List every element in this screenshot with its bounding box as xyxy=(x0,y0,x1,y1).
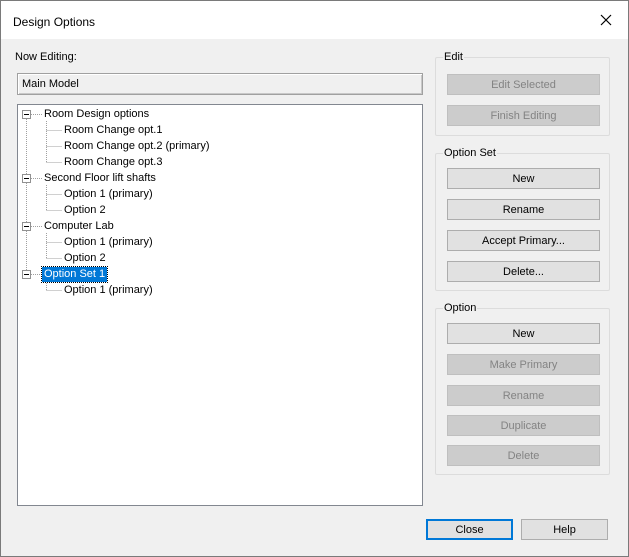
tree-item-option[interactable]: Room Change opt.2 (primary) xyxy=(62,139,212,154)
tree-item-option-set[interactable]: Computer Lab xyxy=(42,219,116,234)
tree-item-option[interactable]: Option 1 (primary) xyxy=(62,283,155,298)
option-group-label: Option xyxy=(443,302,478,314)
close-button[interactable]: Close xyxy=(426,519,513,540)
tree-item-option[interactable]: Room Change opt.3 xyxy=(62,155,164,170)
tree-item-option-set[interactable]: Room Design options xyxy=(42,107,151,122)
duplicate-button[interactable]: Duplicate xyxy=(447,415,600,436)
tree-item-option-set[interactable]: Second Floor lift shafts xyxy=(42,171,158,186)
tree-item-option[interactable]: Option 2 xyxy=(62,251,108,266)
option-set-delete-button[interactable]: Delete... xyxy=(447,261,600,282)
collapse-toggle-icon[interactable] xyxy=(22,270,31,279)
option-set-rename-button[interactable]: Rename xyxy=(447,199,600,220)
make-primary-button[interactable]: Make Primary xyxy=(447,354,600,375)
option-rename-button[interactable]: Rename xyxy=(447,385,600,406)
tree-item-option[interactable]: Room Change opt.1 xyxy=(62,123,164,138)
edit-selected-button[interactable]: Edit Selected xyxy=(447,74,600,95)
option-new-button[interactable]: New xyxy=(447,323,600,344)
help-button[interactable]: Help xyxy=(521,519,608,540)
collapse-toggle-icon[interactable] xyxy=(22,110,31,119)
design-options-dialog: Design Options Now Editing: Main Model R… xyxy=(0,0,629,557)
finish-editing-button[interactable]: Finish Editing xyxy=(447,105,600,126)
now-editing-label: Now Editing: xyxy=(15,51,77,63)
option-delete-button[interactable]: Delete xyxy=(447,445,600,466)
edit-group-label: Edit xyxy=(443,51,464,63)
now-editing-field: Main Model xyxy=(17,73,423,95)
tree-item-option-set-selected[interactable]: Option Set 1 xyxy=(40,266,109,283)
dialog-title: Design Options xyxy=(13,15,96,29)
design-options-tree[interactable]: Room Design options Room Change opt.1 Ro… xyxy=(17,104,423,506)
option-set-new-button[interactable]: New xyxy=(447,168,600,189)
collapse-toggle-icon[interactable] xyxy=(22,222,31,231)
title-bar: Design Options xyxy=(1,1,628,39)
accept-primary-button[interactable]: Accept Primary... xyxy=(447,230,600,251)
close-icon[interactable] xyxy=(596,10,616,30)
tree-item-option[interactable]: Option 1 (primary) xyxy=(62,187,155,202)
collapse-toggle-icon[interactable] xyxy=(22,174,31,183)
option-set-group-label: Option Set xyxy=(443,147,497,159)
tree-item-option[interactable]: Option 1 (primary) xyxy=(62,235,155,250)
tree-item-option[interactable]: Option 2 xyxy=(62,203,108,218)
